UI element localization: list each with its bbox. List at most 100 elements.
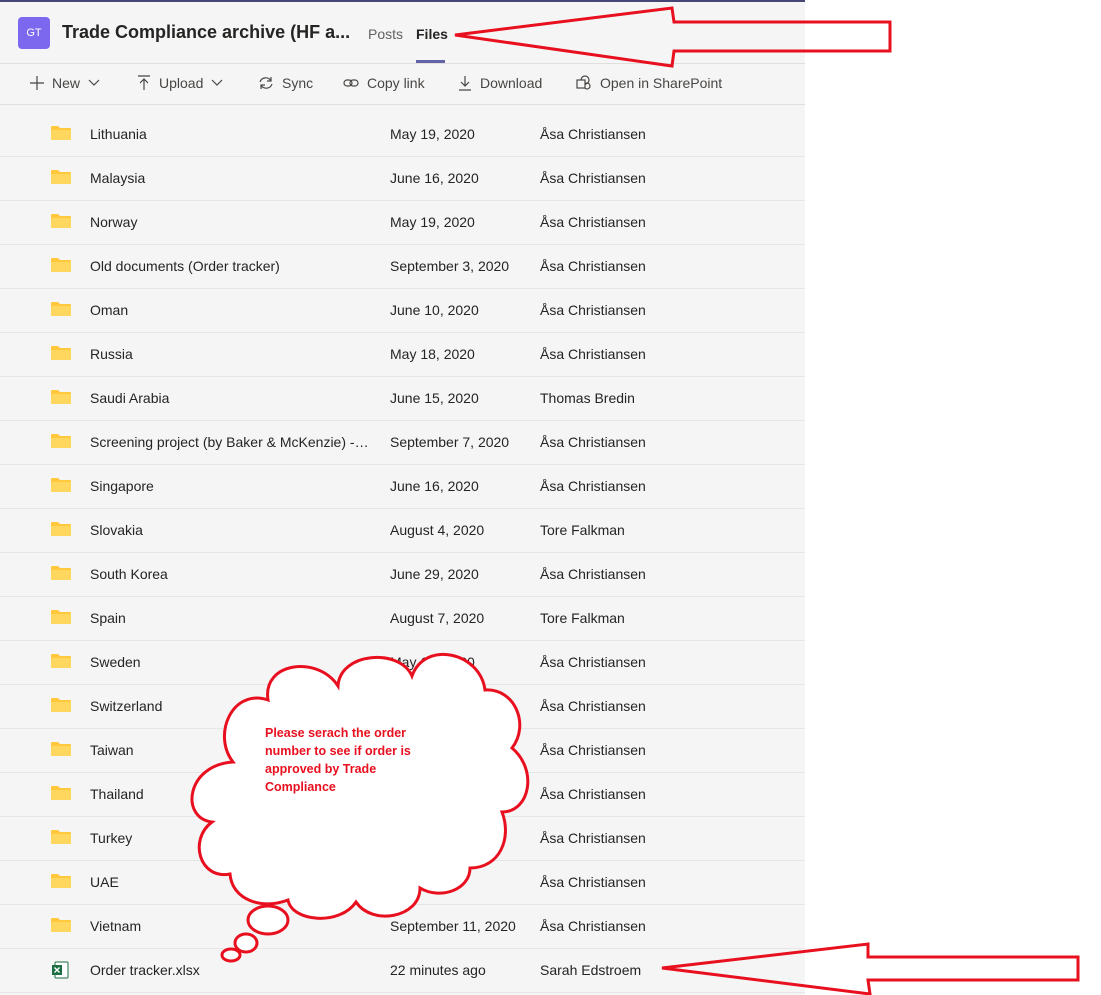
file-row[interactable]: Turkey June 10, 2020 Åsa Christiansen [0, 817, 805, 861]
file-modified-by: Åsa Christiansen [540, 874, 646, 890]
file-row[interactable]: Old documents (Order tracker) September 3… [0, 245, 805, 289]
file-row[interactable]: Order tracker.xlsx 22 minutes ago Sarah Ed… [0, 949, 805, 993]
file-modified: September 7, 2020 [390, 434, 510, 450]
file-modified: June 16, 2020 [390, 170, 479, 186]
file-name[interactable]: Sweden [90, 654, 370, 670]
file-row[interactable]: Russia May 18, 2020 Åsa Christiansen [0, 333, 805, 377]
file-modified-by: Åsa Christiansen [540, 566, 646, 582]
file-row[interactable]: Malaysia June 16, 2020 Åsa Christiansen [0, 157, 805, 201]
file-modified-by: Åsa Christiansen [540, 478, 646, 494]
new-button[interactable]: New [30, 75, 100, 91]
folder-icon [51, 213, 71, 234]
file-modified: June 10, 2020 [390, 302, 479, 318]
file-modified-by: Thomas Bredin [540, 390, 635, 406]
file-row[interactable]: Screening project (by Baker & McKenzie) … [0, 421, 805, 465]
file-modified-by: Åsa Christiansen [540, 786, 646, 802]
file-modified: June 15, 2020 [390, 390, 479, 406]
plus-icon [30, 76, 44, 90]
file-modified-by: Åsa Christiansen [540, 346, 646, 362]
folder-icon [51, 653, 71, 674]
file-name[interactable]: Oman [90, 302, 370, 318]
file-modified-by: Tore Falkman [540, 610, 625, 626]
file-name[interactable]: Order tracker.xlsx [90, 962, 370, 978]
folder-icon [51, 917, 71, 938]
upload-button[interactable]: Upload [137, 75, 223, 91]
folder-icon [51, 301, 71, 322]
file-name[interactable]: Norway [90, 214, 370, 230]
file-row[interactable]: Singapore June 16, 2020 Åsa Christiansen [0, 465, 805, 509]
file-name[interactable]: UAE [90, 874, 370, 890]
tab-posts[interactable]: Posts [368, 26, 403, 42]
file-modified: July 24, 2020 [390, 698, 474, 714]
file-name[interactable]: Screening project (by Baker & McKenzie) … [90, 434, 370, 450]
sync-button[interactable]: Sync [258, 75, 313, 91]
copy-link-button[interactable]: Copy link [343, 75, 425, 91]
file-name[interactable]: Turkey [90, 830, 370, 846]
files-toolbar: New Upload Sync Copy link Download Open … [0, 63, 805, 105]
download-label: Download [480, 75, 543, 91]
file-name[interactable]: Malaysia [90, 170, 370, 186]
file-row[interactable]: Oman June 10, 2020 Åsa Christiansen [0, 289, 805, 333]
file-name[interactable]: Switzerland [90, 698, 370, 714]
team-avatar[interactable]: GT [18, 17, 50, 49]
folder-icon [51, 829, 71, 850]
file-modified-by: Åsa Christiansen [540, 742, 646, 758]
download-button[interactable]: Download [458, 75, 542, 91]
file-name[interactable]: Singapore [90, 478, 370, 494]
file-row[interactable]: Slovakia August 4, 2020 Tore Falkman [0, 509, 805, 553]
folder-icon [51, 697, 71, 718]
file-row[interactable]: UAE April 26 Åsa Christiansen [0, 861, 805, 905]
file-modified: May 19, 2020 [390, 654, 475, 670]
file-name[interactable]: Spain [90, 610, 370, 626]
file-modified: May 19, 2020 [390, 126, 475, 142]
file-modified-by: Åsa Christiansen [540, 434, 646, 450]
team-title[interactable]: Trade Compliance archive (HF a... [62, 22, 350, 43]
file-modified: September 11, 2020 [390, 918, 516, 934]
sharepoint-icon [576, 75, 591, 90]
file-modified-by: Åsa Christiansen [540, 698, 646, 714]
file-row[interactable]: Norway May 19, 2020 Åsa Christiansen [0, 201, 805, 245]
open-in-sharepoint-button[interactable]: Open in SharePoint [576, 75, 722, 91]
annotation-callout-text: Please serach the order number to see if… [259, 722, 454, 796]
file-modified: August 4, 2020 [390, 522, 485, 538]
file-row[interactable]: Saudi Arabia June 15, 2020 Thomas Bredin [0, 377, 805, 421]
file-name[interactable]: Slovakia [90, 522, 370, 538]
file-modified-by: Sarah Edstroem [540, 962, 642, 978]
file-modified: April 26 [390, 874, 438, 890]
file-name[interactable]: Saudi Arabia [90, 390, 370, 406]
file-row[interactable]: Sweden May 19, 2020 Åsa Christiansen [0, 641, 805, 685]
file-modified-by: Åsa Christiansen [540, 830, 646, 846]
file-modified: May 19, 2020 [390, 214, 475, 230]
folder-icon [51, 521, 71, 542]
file-modified: September 3, 2020 [390, 258, 510, 274]
file-modified: June 29, 2020 [390, 566, 479, 582]
file-row[interactable]: Lithuania May 19, 2020 Åsa Christiansen [0, 113, 805, 157]
file-modified-by: Åsa Christiansen [540, 654, 646, 670]
file-name[interactable]: South Korea [90, 566, 370, 582]
folder-icon [51, 609, 71, 630]
file-row[interactable]: Vietnam September 11, 2020 Åsa Christianse… [0, 905, 805, 949]
folder-icon [51, 389, 71, 410]
file-modified-by: Åsa Christiansen [540, 258, 646, 274]
open-sharepoint-label: Open in SharePoint [600, 75, 723, 91]
file-modified-by: Åsa Christiansen [540, 170, 646, 186]
file-name[interactable]: Russia [90, 346, 370, 362]
file-row[interactable]: South Korea June 29, 2020 Åsa Christiansen [0, 553, 805, 597]
copy-link-label: Copy link [367, 75, 425, 91]
teams-files-app: GT Trade Compliance archive (HF a... Pos… [0, 0, 805, 995]
file-name[interactable]: Vietnam [90, 918, 370, 934]
upload-label: Upload [159, 75, 204, 91]
file-row[interactable]: Spain August 7, 2020 Tore Falkman [0, 597, 805, 641]
link-icon [343, 79, 359, 87]
file-name[interactable]: Old documents (Order tracker) [90, 258, 370, 274]
folder-icon [51, 345, 71, 366]
folder-icon [51, 433, 71, 454]
sync-icon [259, 77, 273, 89]
folder-icon [51, 169, 71, 190]
excel-file-icon [51, 961, 69, 984]
file-modified: June 16, 2020 [390, 478, 479, 494]
tab-files[interactable]: Files [416, 26, 448, 42]
file-modified: August 7, 2020 [390, 610, 485, 626]
file-name[interactable]: Lithuania [90, 126, 370, 142]
file-modified-by: Åsa Christiansen [540, 126, 646, 142]
